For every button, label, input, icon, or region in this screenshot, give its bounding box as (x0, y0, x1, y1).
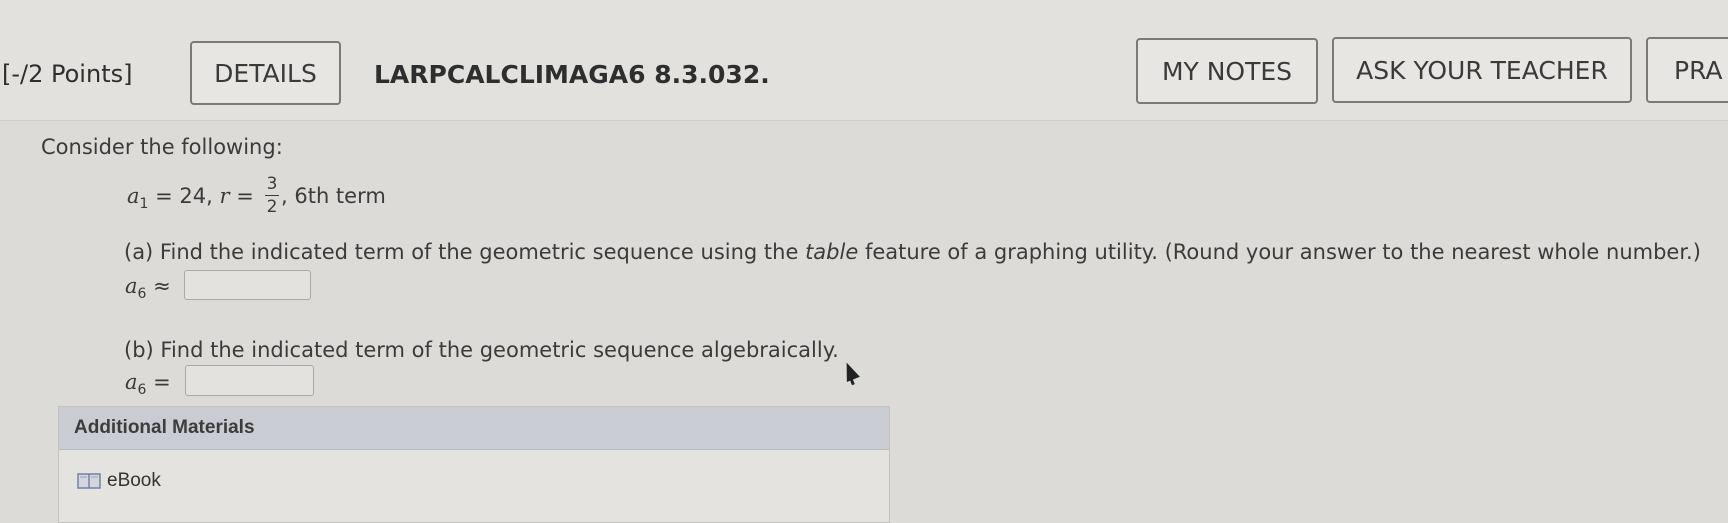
part-a-relation: ≈ (153, 274, 171, 298)
part-a-prompt-emphasis: table (805, 240, 859, 264)
part-b-label: a6 = (125, 370, 171, 398)
practice-button[interactable]: PRA (1646, 37, 1728, 103)
part-a-prompt-prefix: (a) Find the indicated term of the geome… (124, 240, 806, 264)
additional-materials-title: Additional Materials (59, 407, 889, 450)
given-values: a1 = 24, r = (127, 184, 254, 212)
part-a-subscript: 6 (137, 286, 147, 302)
r-equals: = (236, 184, 254, 208)
a-symbol: a (127, 184, 140, 208)
my-notes-button[interactable]: MY NOTES (1136, 38, 1318, 104)
r-symbol: r (219, 184, 230, 208)
part-a-prompt-suffix: feature of a graphing utility. (Round yo… (858, 240, 1701, 264)
r-denominator: 2 (266, 197, 278, 217)
part-a-prompt: (a) Find the indicated term of the geome… (124, 240, 1701, 264)
part-b-relation: = (153, 370, 171, 394)
part-b-answer-input[interactable] (185, 365, 314, 396)
question-header: [-/2 Points] DETAILS LARPCALCLIMAGA6 8.3… (0, 0, 1728, 121)
ask-teacher-button[interactable]: ASK YOUR TEACHER (1332, 37, 1632, 103)
question-intro: Consider the following: (41, 135, 283, 159)
a-value: = 24, (155, 184, 213, 208)
fraction-bar (265, 195, 279, 196)
problem-code: LARPCALCLIMAGA6 8.3.032. (374, 60, 770, 89)
details-button[interactable]: DETAILS (190, 41, 341, 105)
book-icon (77, 473, 101, 489)
r-fraction: 3 2 (265, 175, 279, 216)
ebook-label: eBook (107, 470, 161, 491)
part-a-label: a6 ≈ (125, 274, 171, 302)
r-numerator: 3 (266, 174, 278, 194)
part-b-subscript: 6 (137, 382, 147, 398)
part-a-answer-input[interactable] (184, 270, 311, 300)
part-b-symbol: a (125, 370, 138, 394)
part-b-prompt: (b) Find the indicated term of the geome… (124, 338, 839, 362)
ebook-link[interactable]: eBook (77, 470, 161, 492)
term-text: , 6th term (281, 184, 386, 208)
points-label: [-/2 Points] (2, 60, 133, 88)
part-a-symbol: a (125, 274, 138, 298)
a-subscript: 1 (139, 196, 149, 212)
additional-materials-panel: Additional Materials eBook (58, 406, 890, 523)
